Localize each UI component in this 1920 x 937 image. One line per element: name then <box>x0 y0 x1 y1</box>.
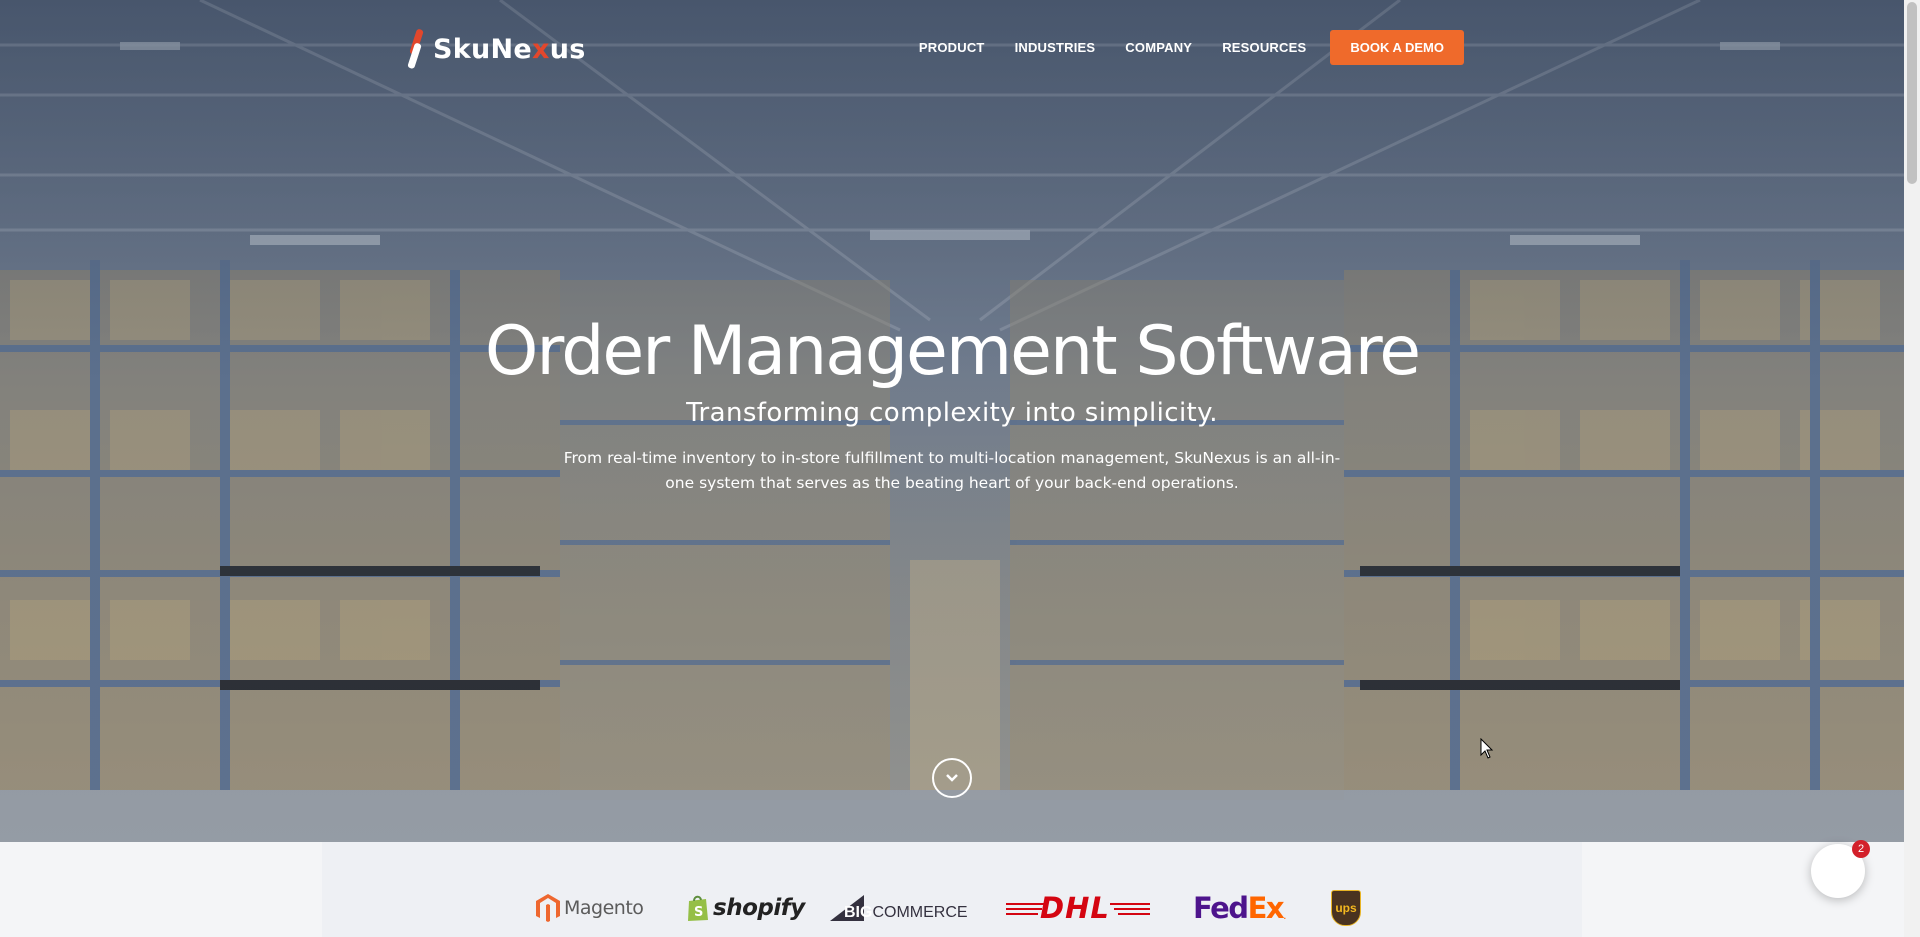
logo-text-left: SkuNe <box>433 33 533 65</box>
magento-logo: Magento <box>535 888 644 928</box>
bigcommerce-label-commerce: COMMERCE <box>872 904 968 921</box>
nav-item-company[interactable]: COMPANY <box>1125 40 1192 55</box>
logo-text-x: x <box>532 33 550 65</box>
shopify-logo: S shopify <box>686 888 805 928</box>
nav-item-industries[interactable]: INDUSTRIES <box>1015 40 1096 55</box>
book-demo-button[interactable]: BOOK A DEMO <box>1330 29 1464 65</box>
chevron-down-icon <box>946 774 958 782</box>
skunexus-logo[interactable]: SkuNexus <box>407 28 586 70</box>
mouse-cursor-icon <box>1480 738 1494 759</box>
hero-title: Order Management Software <box>484 312 1421 391</box>
logo-text: SkuNexus <box>433 34 586 65</box>
bigcommerce-label-big: BIG <box>844 904 873 921</box>
shopify-bag-icon: S <box>688 895 708 921</box>
fedex-label-fed: Fed <box>1193 891 1249 925</box>
nav-item-product[interactable]: PRODUCT <box>919 40 985 55</box>
dhl-logo: DHL <box>1006 888 1150 928</box>
ups-logo: ups <box>1331 888 1361 928</box>
logo-mark-icon <box>407 29 427 69</box>
dhl-label: DHL <box>1040 891 1110 925</box>
chat-notification-badge: 2 <box>1852 840 1870 858</box>
nav-item-resources[interactable]: RESOURCES <box>1222 40 1306 55</box>
fedex-label-ex: Ex <box>1247 891 1285 925</box>
logo-text-right: us <box>549 33 586 65</box>
bigcommerce-logo: BIG COMMERCE <box>830 888 968 928</box>
ups-shield-icon: ups <box>1331 890 1361 926</box>
svg-text:S: S <box>694 905 703 920</box>
scrollbar-thumb[interactable] <box>1907 2 1917 184</box>
shopify-label: shopify <box>713 895 805 921</box>
scroll-down-button[interactable] <box>932 758 972 798</box>
page-scrollbar[interactable] <box>1904 0 1920 937</box>
main-nav: PRODUCT INDUSTRIES COMPANY RESOURCES BOO… <box>919 29 1464 65</box>
hero-description: From real-time inventory to in-store ful… <box>563 449 1341 492</box>
fedex-dot: . <box>1283 908 1287 922</box>
ups-label: ups <box>1335 901 1357 915</box>
magento-label: Magento <box>564 897 644 919</box>
hero-subtitle: Transforming complexity into simplicity. <box>686 398 1218 428</box>
magento-icon <box>536 894 560 922</box>
partner-logo-strip: Magento S shopify BIG COMMERCE DHL Fed Ex… <box>322 842 1582 937</box>
fedex-logo: Fed Ex. <box>1193 888 1286 928</box>
hero-section: SkuNexus PRODUCT INDUSTRIES COMPANY RESO… <box>0 0 1904 842</box>
